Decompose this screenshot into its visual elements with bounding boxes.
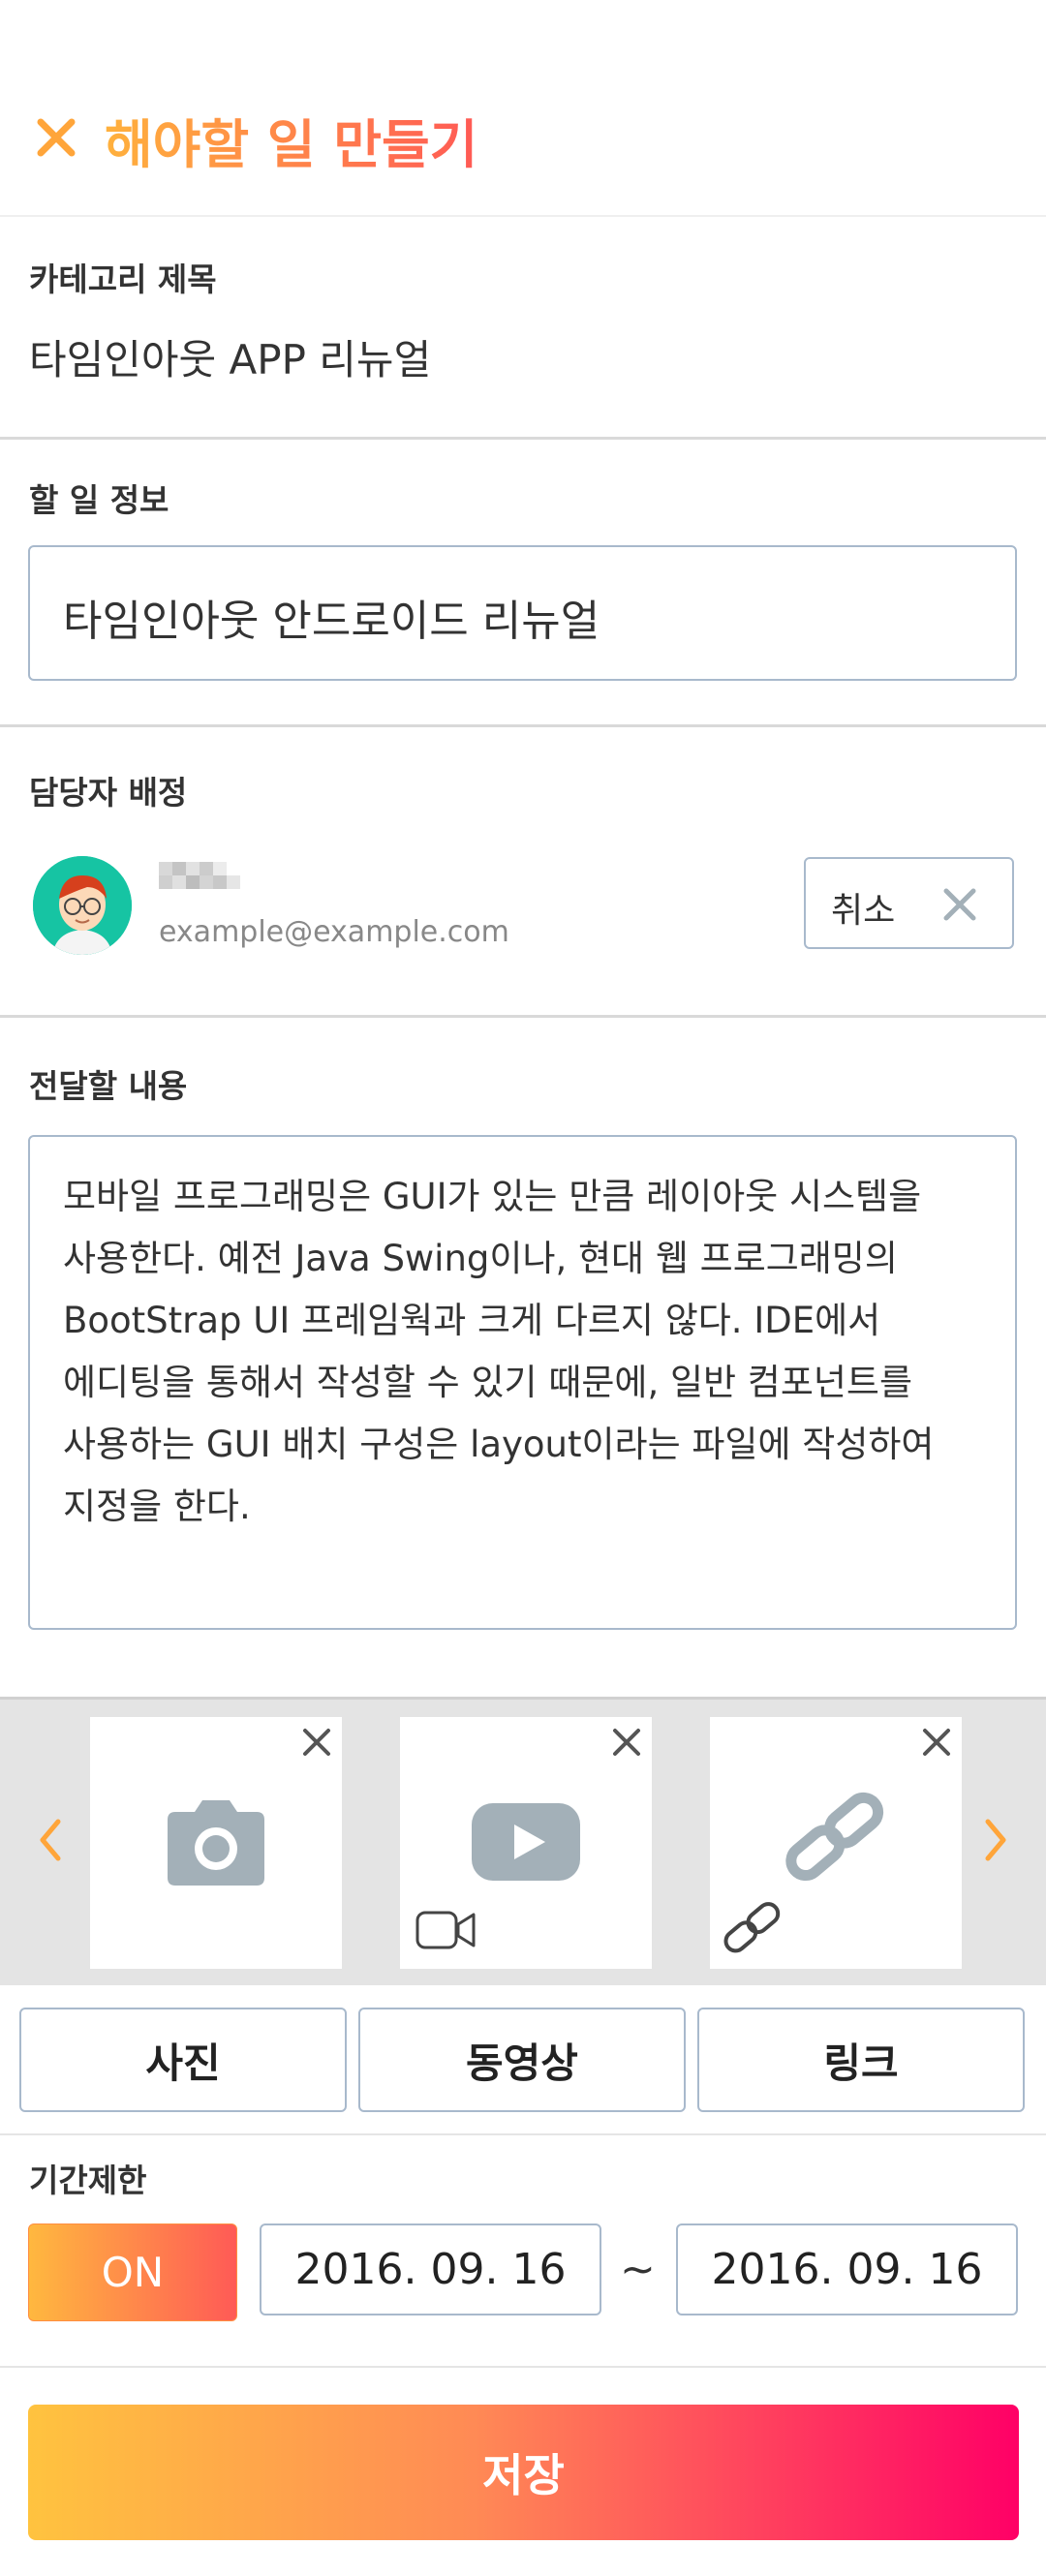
assignee-label: 담당자 배정	[29, 774, 188, 812]
user-name-blurred	[159, 862, 240, 889]
user-email: example@example.com	[159, 915, 509, 949]
close-icon	[943, 888, 976, 921]
add-video-button[interactable]: 동영상	[358, 2008, 686, 2112]
video-icon	[472, 1803, 580, 1881]
close-icon[interactable]	[35, 116, 77, 159]
attachment-strip	[0, 1697, 1046, 1985]
add-photo-button[interactable]: 사진	[19, 2008, 347, 2112]
message-line: 에디팅을 통해서 작성할 수 있기 때문에, 일반 컴포넌트를	[63, 1362, 913, 1403]
chevron-left-icon[interactable]	[35, 1816, 64, 1864]
task-label: 할 일 정보	[29, 481, 169, 519]
remove-icon[interactable]	[607, 1723, 646, 1762]
date-separator: ~	[620, 2245, 656, 2294]
deadline-end-date[interactable]: 2016. 09. 16	[676, 2223, 1018, 2315]
message-line: 모바일 프로그래밍은 GUI가 있는 만큼 레이아웃 시스템을	[63, 1176, 922, 1217]
assignee-cancel-button[interactable]: 취소	[804, 857, 1014, 949]
link-small-icon	[722, 1899, 783, 1955]
message-textarea[interactable]: 모바일 프로그래밍은 GUI가 있는 만큼 레이아웃 시스템을 사용한다. 예전…	[28, 1135, 1017, 1630]
divider	[0, 724, 1046, 727]
avatar	[33, 856, 132, 955]
task-input[interactable]: 타임인아웃 안드로이드 리뉴얼	[28, 545, 1017, 681]
attachment-tile-link[interactable]	[710, 1717, 962, 1969]
avatar-icon	[33, 856, 132, 955]
message-line: 사용한다. 예전 Java Swing이나, 현대 웹 프로그래밍의	[63, 1238, 898, 1279]
divider	[0, 2133, 1046, 2135]
deadline-toggle[interactable]: ON	[28, 2223, 237, 2321]
category-value: 타임인아웃 APP 리뉴얼	[29, 336, 432, 383]
message-line: 지정을 한다.	[63, 1486, 251, 1527]
message-label: 전달할 내용	[29, 1067, 188, 1105]
link-icon	[785, 1792, 884, 1882]
assignee-cancel-label: 취소	[831, 891, 896, 931]
remove-icon[interactable]	[297, 1723, 336, 1762]
chevron-right-icon[interactable]	[982, 1816, 1011, 1864]
save-button[interactable]: 저장	[28, 2405, 1019, 2540]
attachment-tile-photo[interactable]	[90, 1717, 342, 1969]
category-label: 카테고리 제목	[29, 261, 217, 298]
app-header: 해야할 일 만들기	[0, 0, 1046, 217]
task-input-value: 타임인아웃 안드로이드 리뉴얼	[63, 597, 600, 646]
divider	[0, 1015, 1046, 1018]
camera-icon	[168, 1800, 264, 1886]
page-title: 해야할 일 만들기	[105, 102, 477, 178]
message-line: BootStrap UI 프레임웍과 크게 다르지 않다. IDE에서	[63, 1300, 881, 1341]
deadline-label: 기간제한	[29, 2162, 147, 2199]
message-line: 사용하는 GUI 배치 구성은 layout이라는 파일에 작성하여	[63, 1424, 935, 1465]
deadline-start-date[interactable]: 2016. 09. 16	[260, 2223, 601, 2315]
divider	[0, 437, 1046, 440]
attachment-tile-video[interactable]	[400, 1717, 652, 1969]
divider	[0, 2366, 1046, 2368]
add-link-button[interactable]: 링크	[697, 2008, 1025, 2112]
video-camera-icon	[415, 1911, 476, 1949]
remove-icon[interactable]	[917, 1723, 956, 1762]
